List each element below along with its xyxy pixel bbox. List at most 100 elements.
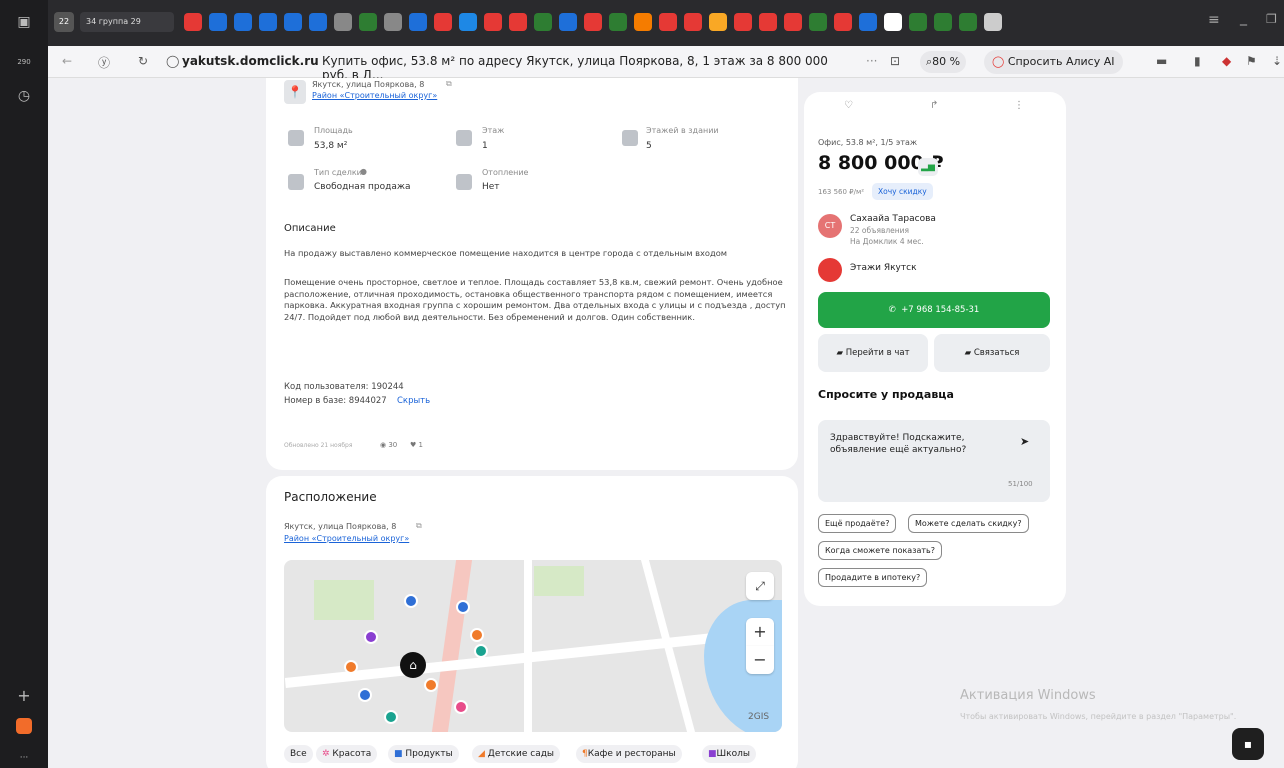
tab-favicon[interactable] [734,13,752,31]
tab-favicon[interactable] [434,13,452,31]
map-marker[interactable] [344,660,358,674]
hide-link[interactable]: Скрыть [397,396,430,406]
tab-favicon[interactable] [184,13,202,31]
side-counter[interactable]: 290 [0,52,48,72]
message-text[interactable]: Здравствуйте! Подскажите, объявление ещё… [830,432,1000,456]
agency-name[interactable]: Этажи Якутск [850,263,917,273]
extension-icon[interactable]: ▮ [1194,54,1201,68]
map-marker[interactable] [470,628,484,642]
tab-favicon[interactable] [984,13,1002,31]
tab-favicon[interactable] [234,13,252,31]
chat-button[interactable]: ▰ Перейти в чат [818,334,928,372]
menu-icon[interactable]: ≡ [1208,12,1220,28]
object-home-marker[interactable]: ⌂ [400,652,426,678]
favorite-icon[interactable]: ♡ [844,100,853,111]
tab-favicon[interactable] [659,13,677,31]
downloads-icon[interactable]: ⇣ [1272,54,1282,68]
reload-icon[interactable]: ↻ [138,54,148,68]
more-icon[interactable]: ··· [0,748,48,768]
category-chip-kindergartens[interactable]: ◢ Детские сады [472,745,561,763]
listing-district-link[interactable]: Район «Строительный округ» [312,91,437,100]
extension-icon[interactable]: ⚑ [1246,54,1257,68]
quick-question-chip[interactable]: Когда сможете показать? [818,541,942,560]
tab-favicon[interactable] [584,13,602,31]
agent-name[interactable]: Сахаайа Тарасова [850,214,936,224]
tab-favicon[interactable] [284,13,302,31]
support-chat-button[interactable]: ▪ [1232,728,1264,760]
category-chip-schools[interactable]: ■Школы [702,745,756,763]
category-chip-groceries[interactable]: ■ Продукты [388,745,459,763]
quick-question-chip[interactable]: Продадите в ипотеку? [818,568,928,587]
zoom-indicator[interactable]: ⌕80 % [920,51,967,73]
tab-favicon[interactable] [559,13,577,31]
tab-favicon[interactable] [609,13,627,31]
map[interactable]: ⌂ ⤢ + − 2GIS [284,560,782,732]
more-icon[interactable]: ··· [866,54,877,68]
copy-icon[interactable]: ⧉ [446,79,452,89]
location-district-link[interactable]: Район «Строительный округ» [284,534,409,543]
tab-favicon[interactable] [884,13,902,31]
tab-favicon[interactable] [834,13,852,31]
tab-favicon[interactable] [334,13,352,31]
info-icon[interactable]: ● [360,167,367,176]
app-icon[interactable] [0,718,48,738]
fullscreen-icon[interactable]: ⤢ [746,572,774,600]
tab-favicon[interactable] [759,13,777,31]
quick-question-chip[interactable]: Ещё продаёте? [818,514,897,533]
zoom-in-button[interactable]: + [746,618,774,646]
contact-button[interactable]: ▰ Связаться [934,334,1050,372]
map-marker[interactable] [404,594,418,608]
category-chip-all[interactable]: Все [284,745,313,763]
tab-favicon[interactable] [209,13,227,31]
back-icon[interactable]: ← [62,54,72,68]
tab-favicon[interactable] [784,13,802,31]
tab-favicon[interactable] [934,13,952,31]
alice-button[interactable]: ◯ Спросить Алису AI [984,50,1123,74]
share-icon[interactable]: ↱ [930,100,938,111]
tab-favicon[interactable] [309,13,327,31]
url-domain[interactable]: yakutsk.domclick.ru [182,54,319,68]
map-marker[interactable] [358,688,372,702]
tab-favicon[interactable] [959,13,977,31]
yandex-icon[interactable]: ⓨ [98,54,110,71]
tab-favicon[interactable] [359,13,377,31]
tab-favicon[interactable] [809,13,827,31]
tab-favicon[interactable] [509,13,527,31]
tab-group[interactable]: 34 группа 29 [80,12,174,32]
agency-logo[interactable] [818,258,842,282]
restore-icon[interactable]: ❐ [1266,12,1277,26]
minimize-icon[interactable]: _ [1240,10,1247,26]
add-icon[interactable]: + [0,686,48,706]
category-chip-cafes[interactable]: ¶Кафе и рестораны [576,745,682,763]
tab-favicon[interactable] [634,13,652,31]
tab-favicon[interactable] [259,13,277,31]
tab-favicon[interactable] [909,13,927,31]
map-marker[interactable] [364,630,378,644]
map-marker[interactable] [424,678,438,692]
shield-icon[interactable]: ◯ [166,54,179,68]
tab-favicon[interactable] [484,13,502,31]
price-chart-icon[interactable]: ▂▅ [918,158,938,176]
tab-favicon[interactable] [384,13,402,31]
zoom-out-button[interactable]: − [746,646,774,674]
bookmark-icon[interactable]: ⊡ [890,54,900,68]
tab-favicon[interactable] [409,13,427,31]
map-marker[interactable] [454,700,468,714]
more-vertical-icon[interactable]: ⋮ [1014,100,1024,111]
map-marker[interactable] [456,600,470,614]
send-icon[interactable]: ➤ [1020,435,1029,448]
quick-question-chip[interactable]: Можете сделать скидку? [908,514,1029,533]
tab-favicon[interactable] [534,13,552,31]
tab-favicon[interactable] [859,13,877,31]
tabs-icon[interactable]: ▣ [0,12,48,32]
copy-icon[interactable]: ⧉ [416,521,422,531]
agent-avatar[interactable]: СТ [818,214,842,238]
map-marker[interactable] [384,710,398,724]
tab-counter[interactable]: 22 [54,12,74,32]
category-chip-beauty[interactable]: ✲ Красота [316,745,378,763]
tab-favicon[interactable] [709,13,727,31]
discount-button[interactable]: Хочу скидку [872,183,933,200]
agent-ads[interactable]: 22 объявления [850,226,909,235]
extension-icon[interactable]: ◆ [1222,54,1231,68]
phone-button[interactable]: ✆ +7 968 154-85-31 [818,292,1050,328]
